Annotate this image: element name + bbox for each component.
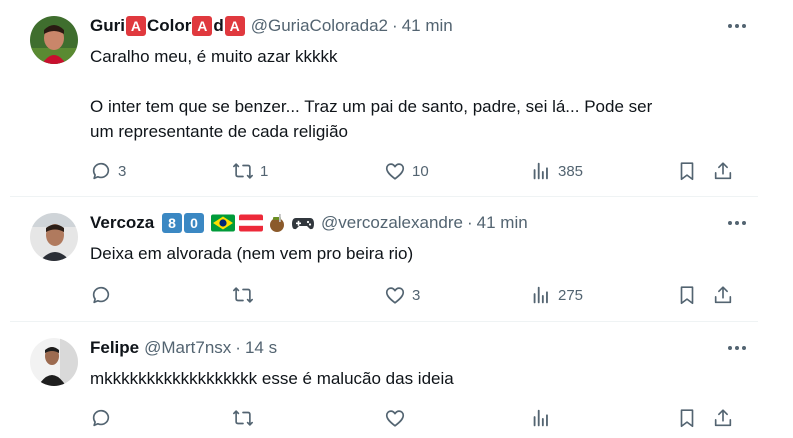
reply-button[interactable]: 3: [90, 158, 126, 184]
view-count: 275: [558, 286, 584, 304]
bookmark-button[interactable]: [676, 282, 698, 308]
more-horizontal-icon: [728, 24, 746, 28]
share-icon: [714, 286, 732, 304]
tweet-header: Felipe @Mart7nsx · 14 s: [90, 336, 277, 360]
retweet-icon: [233, 163, 253, 179]
reply-feed: Guri A Color Ad A @GuriaColorada2 · 41 min C…: [0, 0, 793, 438]
retweet-icon: [233, 287, 253, 303]
bookmark-button[interactable]: [676, 158, 698, 184]
like-button[interactable]: [384, 405, 412, 431]
bookmark-icon: [680, 286, 694, 305]
retweet-icon: [233, 410, 253, 426]
view-count: 385: [558, 162, 584, 180]
heart-icon: [385, 410, 405, 427]
views-button[interactable]: [530, 405, 558, 431]
more-options-button[interactable]: [726, 213, 748, 233]
brazil-flag-emoji: [211, 214, 235, 232]
tweet-header: Vercoza 80 @vercozalexandre · 41 min: [90, 211, 528, 235]
retweet-button[interactable]: 1: [232, 158, 268, 184]
keycap-0-emoji: 0: [184, 213, 204, 234]
tweet[interactable]: Felipe @Mart7nsx · 14 s mkkkkkkkkkkkkkkk…: [10, 322, 758, 438]
bookmark-icon: [680, 162, 694, 181]
action-bar: 3 275: [90, 282, 750, 308]
bookmark-icon: [680, 409, 694, 428]
timestamp[interactable]: 14 s: [245, 338, 277, 358]
tweet[interactable]: Guri A Color Ad A @GuriaColorada2 · 41 min C…: [10, 0, 758, 197]
reply-button[interactable]: [90, 405, 118, 431]
bookmark-button[interactable]: [676, 405, 698, 431]
tweet-text-line: O inter tem que se benzer... Traz um pai…: [90, 97, 653, 116]
separator: ·: [467, 213, 473, 232]
keycap-8-emoji: 8: [162, 213, 182, 234]
share-button[interactable]: [712, 405, 734, 431]
game-controller-emoji: [292, 218, 314, 230]
more-horizontal-icon: [728, 221, 746, 225]
letter-a-emoji: A: [125, 16, 146, 37]
avatar[interactable]: [30, 338, 78, 386]
tweet-header: Guri A Color Ad A @GuriaColorada2 · 41 min: [90, 14, 453, 38]
more-options-button[interactable]: [726, 338, 748, 358]
tweet[interactable]: Vercoza 80 @vercozalexandre · 41 min Dei…: [10, 197, 758, 322]
avatar[interactable]: [30, 16, 78, 64]
letter-a-emoji: A: [192, 16, 213, 37]
share-icon: [714, 162, 732, 180]
mate-emoji: [270, 214, 284, 232]
tweet-text: mkkkkkkkkkkkkkkkkkk esse é malucão das i…: [90, 366, 740, 391]
letter-a-emoji: A: [224, 16, 245, 37]
display-name[interactable]: Vercoza 80: [90, 213, 205, 234]
austria-flag-emoji: [239, 214, 263, 232]
tweet-text-line: mkkkkkkkkkkkkkkkkkk esse é malucão das i…: [90, 369, 454, 388]
heart-icon: [385, 163, 405, 180]
share-button[interactable]: [712, 282, 734, 308]
action-bar: [90, 405, 750, 431]
retweet-button[interactable]: [232, 405, 260, 431]
separator: ·: [235, 338, 241, 357]
retweet-count: 1: [260, 162, 269, 180]
display-name[interactable]: Guri A Color Ad A: [90, 16, 246, 37]
reply-count: 3: [118, 162, 127, 180]
tweet-text-line: Caralho meu, é muito azar kkkkk: [90, 47, 338, 66]
like-count: 10: [412, 162, 429, 180]
display-name[interactable]: Felipe: [90, 338, 139, 358]
retweet-button[interactable]: [232, 282, 260, 308]
views-icon: [533, 162, 548, 180]
tweet-text-line: Deixa em alvorada (nem vem pro beira rio…: [90, 244, 414, 263]
avatar[interactable]: [30, 213, 78, 261]
action-bar: 3 1 10 385: [90, 158, 750, 184]
reply-button[interactable]: [90, 282, 118, 308]
tweet-text-line: um representante de cada religião: [90, 122, 348, 141]
views-icon: [533, 409, 548, 427]
separator: ·: [392, 16, 398, 35]
timestamp[interactable]: 41 min: [477, 213, 528, 233]
more-horizontal-icon: [728, 346, 746, 350]
views-button[interactable]: 275: [530, 282, 583, 308]
heart-icon: [385, 287, 405, 304]
reply-icon: [92, 409, 110, 427]
like-button[interactable]: 3: [384, 282, 420, 308]
user-handle[interactable]: @vercozalexandre: [321, 213, 463, 233]
timestamp[interactable]: 41 min: [402, 16, 453, 36]
user-handle[interactable]: @GuriaColorada2: [251, 16, 388, 36]
views-icon: [533, 286, 548, 304]
user-handle[interactable]: @Mart7nsx: [144, 338, 231, 358]
like-button[interactable]: 10: [384, 158, 429, 184]
views-button[interactable]: 385: [530, 158, 583, 184]
reply-icon: [92, 162, 110, 180]
more-options-button[interactable]: [726, 16, 748, 36]
reply-icon: [92, 286, 110, 304]
share-button[interactable]: [712, 158, 734, 184]
share-icon: [714, 409, 732, 427]
like-count: 3: [412, 286, 421, 304]
tweet-text: Caralho meu, é muito azar kkkkk O inter …: [90, 44, 740, 144]
tweet-text: Deixa em alvorada (nem vem pro beira rio…: [90, 241, 740, 266]
